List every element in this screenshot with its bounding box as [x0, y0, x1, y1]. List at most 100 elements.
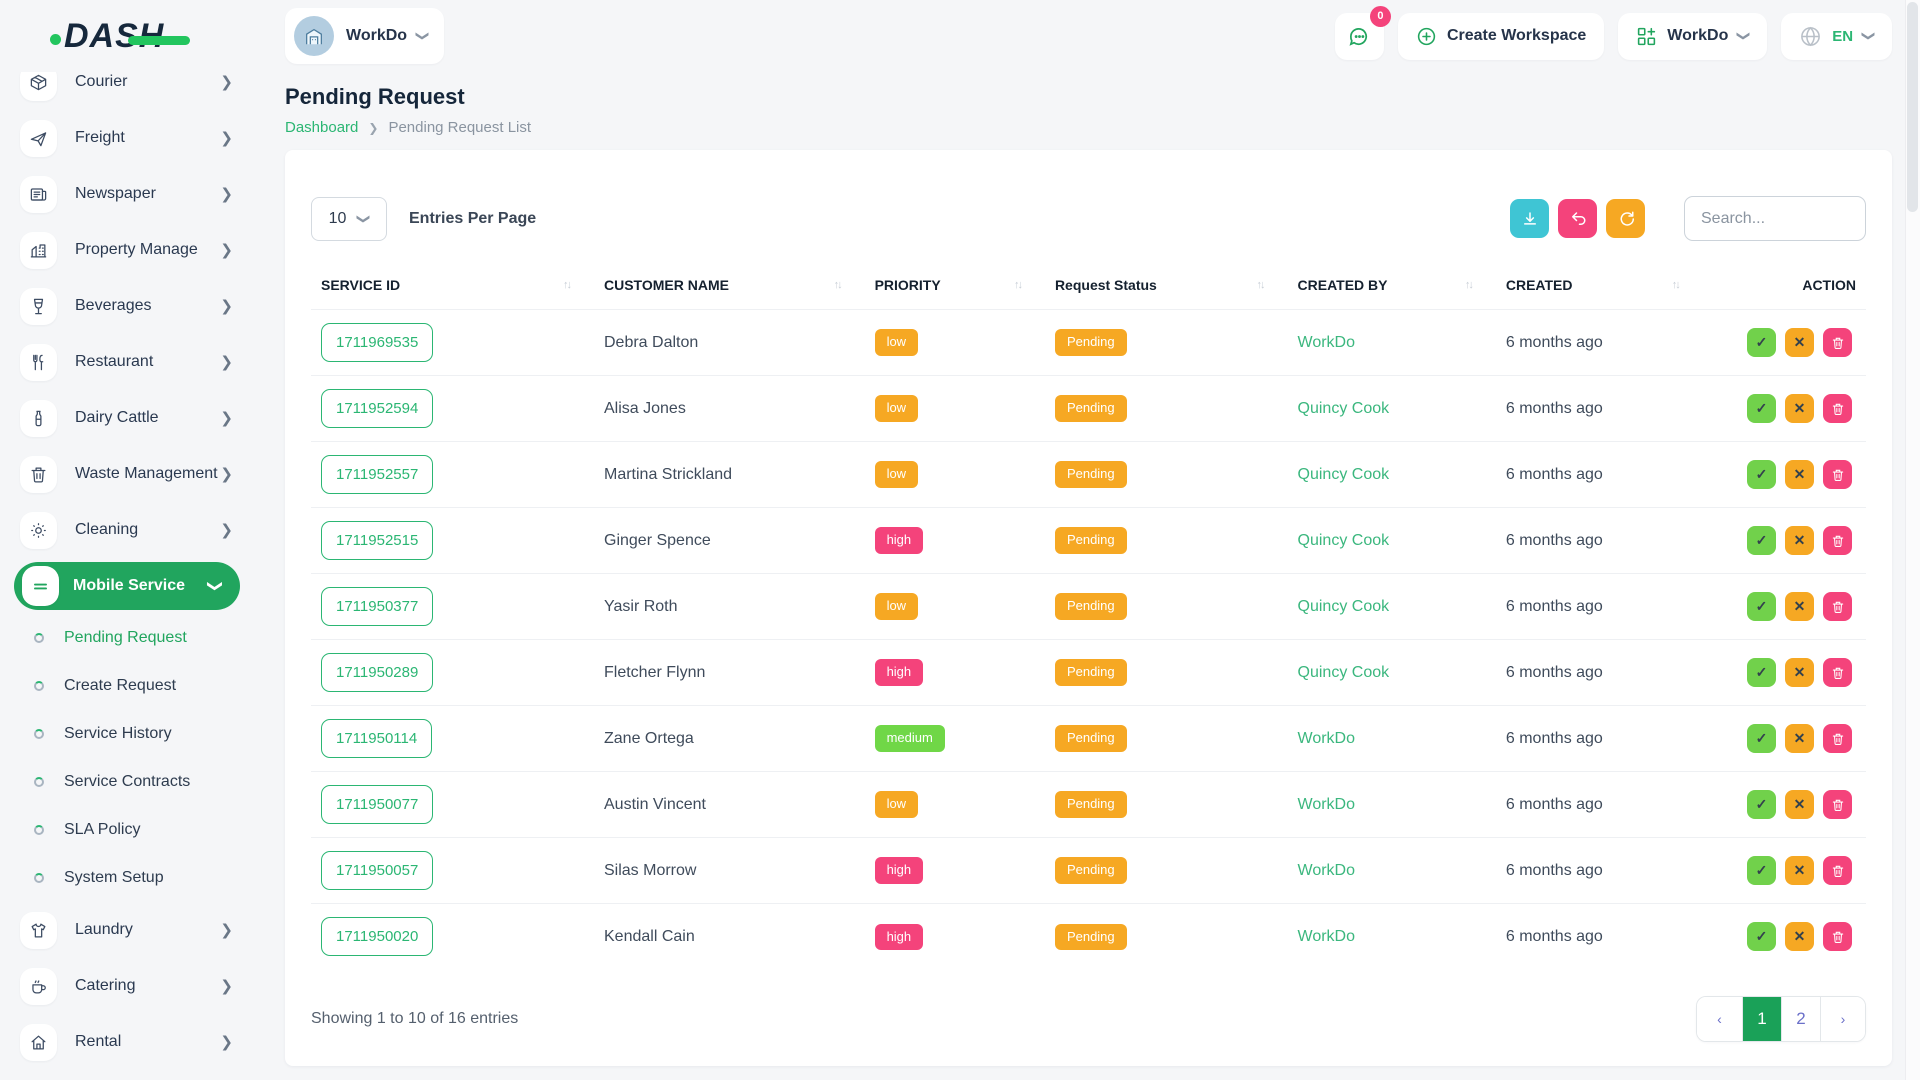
workspace-switcher[interactable]: WorkDo ❯: [1618, 13, 1767, 60]
sidebar-item-laundry[interactable]: Laundry❯: [0, 902, 283, 958]
sidebar-item-cleaning[interactable]: Cleaning❯: [0, 502, 283, 558]
brand-logo[interactable]: DASH: [0, 0, 283, 72]
delete-button[interactable]: [1823, 592, 1852, 621]
reject-button[interactable]: ✕: [1785, 658, 1814, 687]
approve-button[interactable]: ✓: [1747, 658, 1776, 687]
service-id-badge[interactable]: 1711950377: [321, 587, 433, 626]
approve-button[interactable]: ✓: [1747, 460, 1776, 489]
scrollbar-thumb[interactable]: [1907, 2, 1918, 212]
create-workspace-button[interactable]: Create Workspace: [1398, 13, 1604, 60]
created-by-link[interactable]: Quincy Cook: [1298, 400, 1390, 417]
approve-button[interactable]: ✓: [1747, 724, 1776, 753]
sidebar-item-catering[interactable]: Catering❯: [0, 958, 283, 1014]
entries-per-page-select[interactable]: 10 ❯: [311, 197, 387, 241]
language-selector[interactable]: EN ❯: [1781, 13, 1892, 60]
created-by-link[interactable]: Quincy Cook: [1298, 466, 1390, 483]
sidebar-item-property-manage[interactable]: Property Manage❯: [0, 222, 283, 278]
delete-button[interactable]: [1823, 856, 1852, 885]
reject-button[interactable]: ✕: [1785, 394, 1814, 423]
column-header-created-by[interactable]: CREATED BY↑↓: [1288, 271, 1496, 310]
approve-button[interactable]: ✓: [1747, 592, 1776, 621]
delete-button[interactable]: [1823, 658, 1852, 687]
approve-button[interactable]: ✓: [1747, 328, 1776, 357]
service-id-badge[interactable]: 1711952515: [321, 521, 433, 560]
next-page-button[interactable]: ›: [1820, 997, 1865, 1041]
approve-button[interactable]: ✓: [1747, 790, 1776, 819]
reject-button[interactable]: ✕: [1785, 460, 1814, 489]
approve-button[interactable]: ✓: [1747, 526, 1776, 555]
service-id-badge[interactable]: 1711950114: [321, 719, 432, 758]
created-by-link[interactable]: Quincy Cook: [1298, 664, 1390, 681]
approve-button[interactable]: ✓: [1747, 394, 1776, 423]
sidebar-item-dairy-cattle[interactable]: Dairy Cattle❯: [0, 390, 283, 446]
sort-icon[interactable]: ↑↓: [834, 279, 841, 291]
approve-button[interactable]: ✓: [1747, 856, 1776, 885]
sort-icon[interactable]: ↑↓: [1014, 279, 1021, 291]
sidebar-item-waste-management[interactable]: Waste Management❯: [0, 446, 283, 502]
sidebar-subitem-service-history[interactable]: Service History: [0, 710, 283, 758]
sidebar-item-beverages[interactable]: Beverages❯: [0, 278, 283, 334]
sidebar-item-rental[interactable]: Rental❯: [0, 1014, 283, 1070]
reject-button[interactable]: ✕: [1785, 526, 1814, 555]
reject-button[interactable]: ✕: [1785, 922, 1814, 951]
approve-button[interactable]: ✓: [1747, 922, 1776, 951]
service-id-badge[interactable]: 1711950289: [321, 653, 433, 692]
reject-button[interactable]: ✕: [1785, 856, 1814, 885]
created-by-link[interactable]: Quincy Cook: [1298, 598, 1390, 615]
column-header-created[interactable]: CREATED↑↓: [1496, 271, 1703, 310]
column-header-service-id[interactable]: SERVICE ID↑↓: [311, 271, 594, 310]
created-by-link[interactable]: WorkDo: [1298, 928, 1356, 945]
sort-icon[interactable]: ↑↓: [563, 279, 570, 291]
sidebar-subitem-system-setup[interactable]: System Setup: [0, 854, 283, 902]
sidebar-item-courier[interactable]: Courier❯: [0, 72, 283, 110]
delete-button[interactable]: [1823, 526, 1852, 555]
search-input[interactable]: [1684, 196, 1866, 241]
breadcrumb-dashboard-link[interactable]: Dashboard: [285, 119, 358, 136]
delete-button[interactable]: [1823, 460, 1852, 489]
reject-button[interactable]: ✕: [1785, 790, 1814, 819]
sidebar-item-newspaper[interactable]: Newspaper❯: [0, 166, 283, 222]
page-scrollbar[interactable]: [1905, 0, 1920, 1080]
service-id-badge[interactable]: 1711950057: [321, 851, 433, 890]
sort-icon[interactable]: ↑↓: [1672, 279, 1679, 291]
column-header-priority[interactable]: PRIORITY↑↓: [865, 271, 1045, 310]
delete-button[interactable]: [1823, 328, 1852, 357]
service-id-badge[interactable]: 1711969535: [321, 323, 433, 362]
created-by-link[interactable]: Quincy Cook: [1298, 532, 1390, 549]
reject-button[interactable]: ✕: [1785, 724, 1814, 753]
column-header-request-status[interactable]: Request Status↑↓: [1045, 271, 1288, 310]
created-by-link[interactable]: WorkDo: [1298, 862, 1356, 879]
delete-button[interactable]: [1823, 394, 1852, 423]
export-button[interactable]: [1510, 199, 1549, 238]
service-id-badge[interactable]: 1711950020: [321, 917, 433, 956]
previous-page-button[interactable]: ‹: [1697, 997, 1742, 1041]
sidebar-item-restaurant[interactable]: Restaurant❯: [0, 334, 283, 390]
workspace-selector[interactable]: WorkDo ❯: [285, 8, 444, 64]
sidebar-item-mobile-service[interactable]: Mobile Service❯: [14, 562, 240, 610]
refresh-button[interactable]: [1606, 199, 1645, 238]
page-button-1[interactable]: 1: [1742, 997, 1781, 1041]
reject-button[interactable]: ✕: [1785, 328, 1814, 357]
service-id-badge[interactable]: 1711952594: [321, 389, 433, 428]
delete-button[interactable]: [1823, 790, 1852, 819]
service-id-badge[interactable]: 1711952557: [321, 455, 433, 494]
back-button[interactable]: [1558, 199, 1597, 238]
sidebar-item-freight[interactable]: Freight❯: [0, 110, 283, 166]
sort-icon[interactable]: ↑↓: [1465, 279, 1472, 291]
created-by-link[interactable]: WorkDo: [1298, 796, 1356, 813]
delete-button[interactable]: [1823, 724, 1852, 753]
messages-button[interactable]: 0: [1335, 13, 1384, 60]
sort-icon[interactable]: ↑↓: [1257, 279, 1264, 291]
sidebar-subitem-create-request[interactable]: Create Request: [0, 662, 283, 710]
row-actions: ✓✕: [1713, 592, 1856, 621]
sidebar-subitem-pending-request[interactable]: Pending Request: [0, 614, 283, 662]
service-id-badge[interactable]: 1711950077: [321, 785, 433, 824]
delete-button[interactable]: [1823, 922, 1852, 951]
sidebar-subitem-service-contracts[interactable]: Service Contracts: [0, 758, 283, 806]
created-by-link[interactable]: WorkDo: [1298, 334, 1356, 351]
sidebar-subitem-sla-policy[interactable]: SLA Policy: [0, 806, 283, 854]
column-header-customer-name[interactable]: CUSTOMER NAME↑↓: [594, 271, 865, 310]
created-by-link[interactable]: WorkDo: [1298, 730, 1356, 747]
page-button-2[interactable]: 2: [1781, 997, 1820, 1041]
reject-button[interactable]: ✕: [1785, 592, 1814, 621]
